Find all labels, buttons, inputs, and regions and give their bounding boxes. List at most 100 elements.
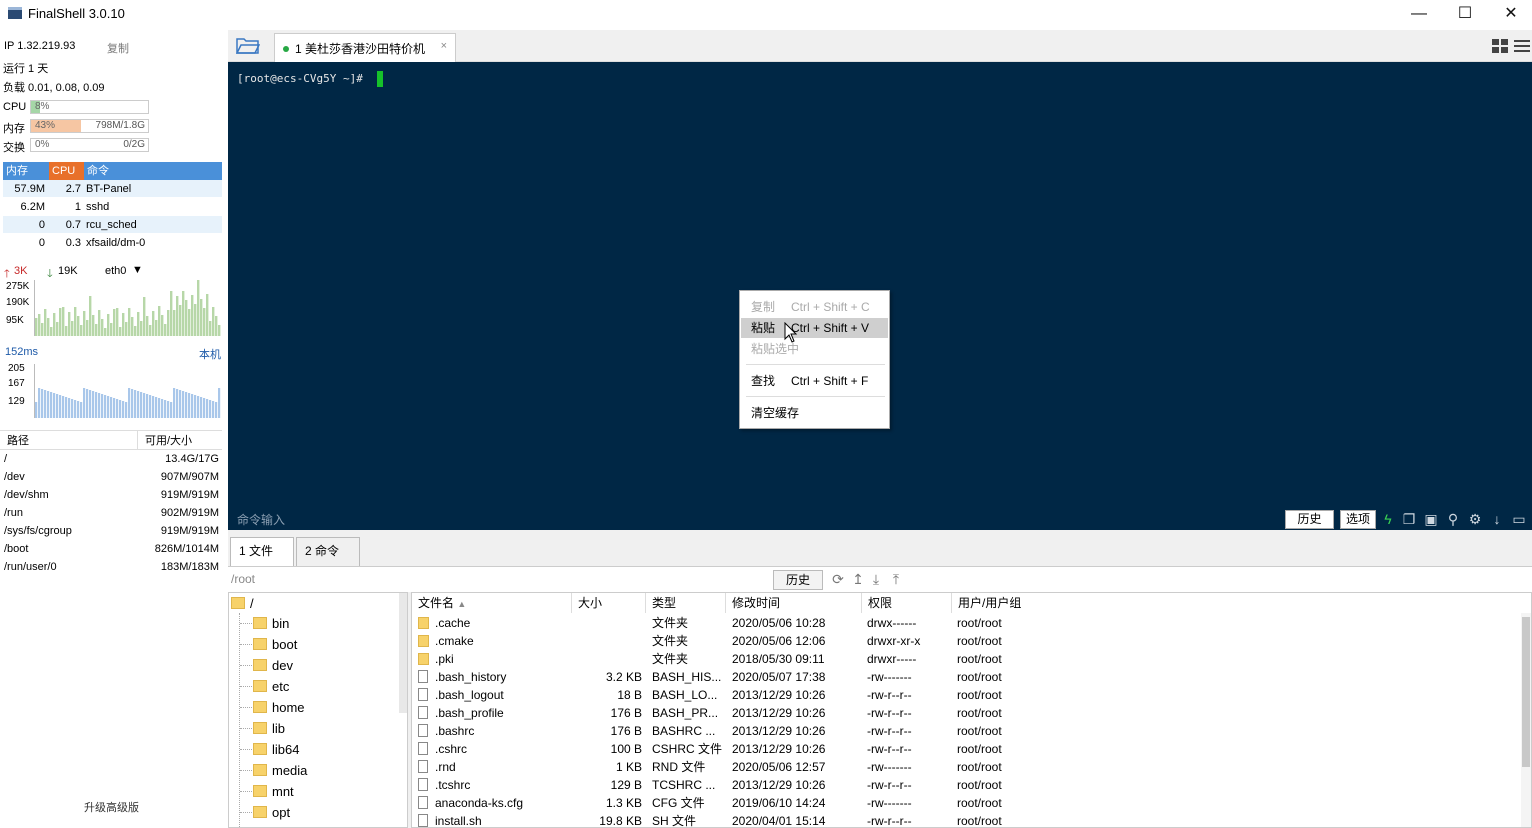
menu-item-copy[interactable]: 复制 Ctrl + Shift + C xyxy=(741,297,888,317)
col-filename[interactable]: 文件名 ▲ xyxy=(412,593,572,613)
copy-icon[interactable]: ❐ xyxy=(1400,510,1418,528)
parent-dir-icon[interactable]: ↥ xyxy=(850,571,866,589)
tree-item[interactable]: home xyxy=(253,697,305,718)
file-row[interactable]: .cmake 文件夹 2020/05/06 12:06 drwxr-xr-x root/… xyxy=(412,632,1517,650)
download-icon[interactable]: ⤓ xyxy=(868,571,884,589)
file-row[interactable]: .cshrc 100 B CSHRC 文件 2013/12/29 10:26 -rw-r… xyxy=(412,740,1517,758)
chevron-down-icon[interactable]: ▼ xyxy=(132,264,143,276)
file-list-scrollbar[interactable] xyxy=(1521,613,1531,827)
download-icon[interactable]: ↓ xyxy=(1488,510,1506,528)
tree-root[interactable]: / xyxy=(231,593,254,614)
scrollbar-thumb[interactable] xyxy=(1522,617,1530,767)
upgrade-link[interactable]: 升级高级版 xyxy=(84,799,139,815)
latency-bar xyxy=(122,401,125,418)
disk-row[interactable]: /dev/shm 919M/919M xyxy=(0,486,222,504)
tree-item[interactable]: lib xyxy=(253,718,285,739)
file-row[interactable]: .bash_logout 18 B BASH_LO... 2013/12/29 10:… xyxy=(412,686,1517,704)
tree-item-label: bin xyxy=(272,616,290,631)
col-mem[interactable]: 内存 xyxy=(3,162,49,180)
process-row[interactable]: 0 0.3 xfsaild/dm-0 xyxy=(3,234,222,252)
latency-host[interactable]: 本机 xyxy=(199,346,221,362)
process-row[interactable]: 57.9M 2.7 BT-Panel xyxy=(3,180,222,198)
disk-row[interactable]: /boot 826M/1014M xyxy=(0,540,222,558)
col-size[interactable]: 可用/大小 xyxy=(138,431,222,449)
file-row[interactable]: anaconda-ks.cfg 1.3 KB CFG 文件 2019/06/10 14… xyxy=(412,794,1517,812)
disk-row[interactable]: / 13.4G/17G xyxy=(0,450,222,468)
tree-item[interactable]: opt xyxy=(253,802,290,823)
upload-icon[interactable]: ⤒ xyxy=(888,571,904,589)
path-history-button[interactable]: 历史 xyxy=(773,570,823,590)
file-perm: -rw-r--r-- xyxy=(867,778,912,792)
process-row[interactable]: 6.2M 1 sshd xyxy=(3,198,222,216)
menu-item-clear-cache[interactable]: 清空缓存 xyxy=(741,403,888,423)
file-icon xyxy=(418,758,428,776)
col-permission[interactable]: 权限 xyxy=(862,593,952,613)
col-type[interactable]: 类型 xyxy=(646,593,726,613)
tab-session-1[interactable]: 1 美杜莎香港沙田特价机 × xyxy=(274,33,456,62)
menu-icon[interactable] xyxy=(1514,39,1530,53)
tree-item[interactable]: media xyxy=(253,760,307,781)
search-icon[interactable]: ⚲ xyxy=(1444,510,1462,528)
tree-item[interactable]: etc xyxy=(253,676,289,697)
disk-row[interactable]: /dev 907M/907M xyxy=(0,468,222,486)
minimize-button[interactable]: — xyxy=(1396,0,1442,30)
tree-item[interactable]: bin xyxy=(253,613,289,634)
tree-scrollbar[interactable] xyxy=(399,593,407,713)
disk-row[interactable]: /sys/fs/cgroup 919M/919M xyxy=(0,522,222,540)
net-activity-bar xyxy=(176,296,179,336)
maximize-panel-icon[interactable]: ▭ xyxy=(1510,510,1528,528)
tree-item[interactable]: lib64 xyxy=(253,739,299,760)
disk-row[interactable]: /run/user/0 183M/183M xyxy=(0,558,222,576)
lightning-icon[interactable]: ϟ xyxy=(1379,510,1397,528)
gear-icon[interactable]: ⚙ xyxy=(1466,510,1484,528)
file-row[interactable]: install.sh 19.8 KB SH 文件 2020/04/01 15:14 -r… xyxy=(412,812,1517,827)
tab-commands[interactable]: 2 命令 xyxy=(296,537,360,566)
paste-icon[interactable]: ▣ xyxy=(1422,510,1440,528)
close-button[interactable]: ✕ xyxy=(1488,0,1532,30)
terminal-options-button[interactable]: 选项 xyxy=(1340,510,1376,529)
folder-icon xyxy=(253,743,267,755)
copy-ip-button[interactable]: 复制 xyxy=(107,40,129,56)
file-row[interactable]: .bash_history 3.2 KB BASH_HIS... 2020/05/07… xyxy=(412,668,1517,686)
col-owner[interactable]: 用户/用户组 xyxy=(952,593,1072,613)
file-row[interactable]: .tcshrc 129 B TCSHRC ... 2013/12/29 10:26 -r… xyxy=(412,776,1517,794)
tree-item[interactable]: dev xyxy=(253,655,293,676)
latency-bar xyxy=(200,397,203,418)
title-bar: FinalShell 3.0.10 — ☐ ✕ xyxy=(0,0,1532,30)
latency-bar xyxy=(167,401,170,418)
latency-bar xyxy=(77,401,80,418)
col-mtime[interactable]: 修改时间 xyxy=(726,593,862,613)
menu-item-paste[interactable]: 粘贴 Ctrl + Shift + V xyxy=(741,318,888,338)
col-cmd[interactable]: 命令 xyxy=(84,162,222,180)
file-row[interactable]: .rnd 1 KB RND 文件 2020/05/06 12:57 -rw-------… xyxy=(412,758,1517,776)
net-activity-bar xyxy=(107,314,110,336)
tree-item[interactable]: boot xyxy=(253,634,297,655)
file-row[interactable]: .cache 文件夹 2020/05/06 10:28 drwx------ root/… xyxy=(412,614,1517,632)
command-input[interactable]: 命令输入 xyxy=(237,511,285,528)
process-row[interactable]: 0 0.7 rcu_sched xyxy=(3,216,222,234)
latency-bar xyxy=(170,402,173,418)
col-cpu[interactable]: CPU xyxy=(49,162,84,180)
tree-item[interactable]: mnt xyxy=(253,781,294,802)
disk-row[interactable]: /run 902M/919M xyxy=(0,504,222,522)
layout-grid-icon[interactable] xyxy=(1492,39,1508,53)
file-row[interactable]: .bashrc 176 B BASHRC ... 2013/12/29 10:26 -r… xyxy=(412,722,1517,740)
menu-item-label: 清空缓存 xyxy=(751,406,800,420)
terminal-history-button[interactable]: 历史 xyxy=(1285,510,1334,529)
menu-item-find[interactable]: 查找 Ctrl + Shift + F xyxy=(741,371,888,391)
col-path[interactable]: 路径 xyxy=(0,431,138,449)
file-size: 18 B xyxy=(617,688,642,702)
maximize-button[interactable]: ☐ xyxy=(1442,0,1488,30)
tab-close-icon[interactable]: × xyxy=(441,40,447,52)
col-size[interactable]: 大小 xyxy=(572,593,646,613)
net-interface-select[interactable]: eth0 xyxy=(105,265,126,277)
path-input[interactable]: /root xyxy=(231,572,255,586)
net-activity-bar xyxy=(167,310,170,336)
file-row[interactable]: .bash_profile 176 B BASH_PR... 2013/12/29 1… xyxy=(412,704,1517,722)
tab-files[interactable]: 1 文件 xyxy=(230,537,294,566)
refresh-icon[interactable]: ⟳ xyxy=(830,571,846,589)
menu-item-paste-selection[interactable]: 粘贴选中 xyxy=(741,339,888,359)
folder-open-icon[interactable] xyxy=(236,37,260,55)
file-row[interactable]: .pki 文件夹 2018/05/30 09:11 drwxr----- root/ro… xyxy=(412,650,1517,668)
net-activity-bar xyxy=(155,320,158,336)
